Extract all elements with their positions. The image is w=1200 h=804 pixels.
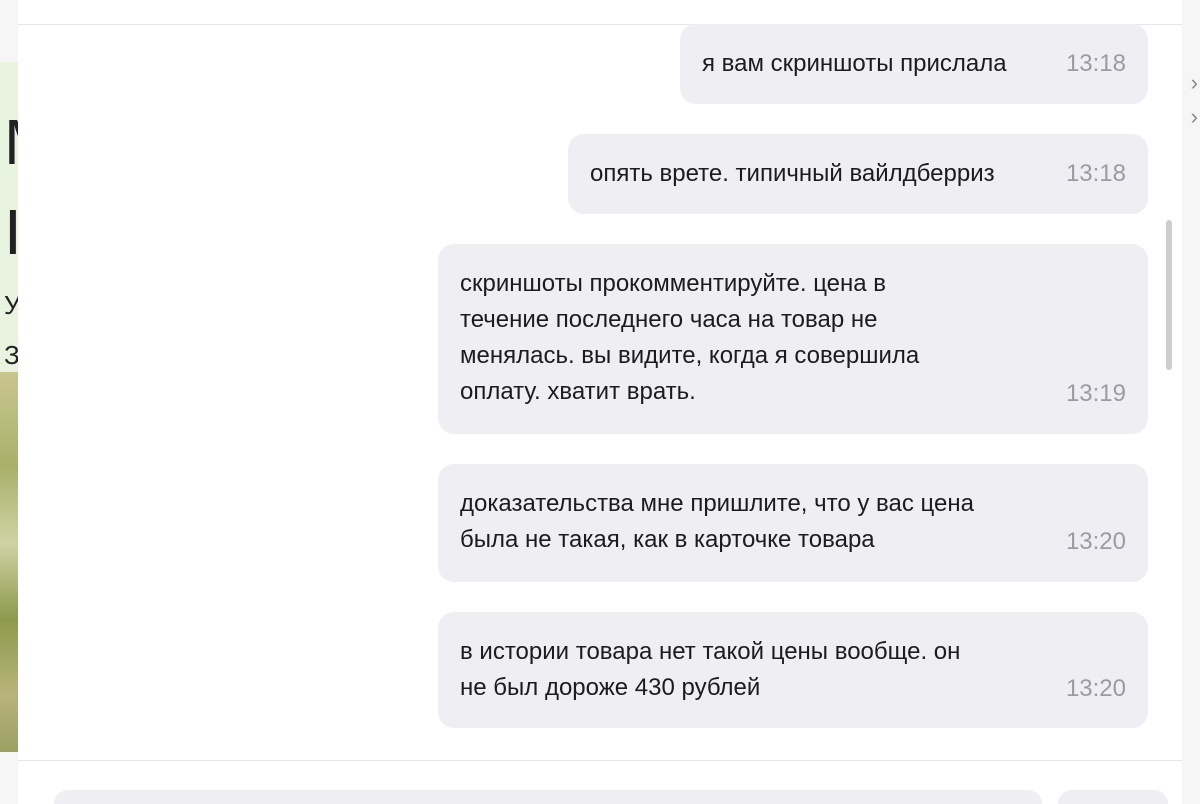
composer-divider — [18, 760, 1182, 761]
chat-scrollbar[interactable] — [1164, 210, 1174, 380]
message-text: скриншоты прокомментируйте. цена в течен… — [460, 270, 920, 405]
message-text: я вам скриншоты прислала — [702, 50, 1007, 77]
message-bubble: скриншоты прокомментируйте. цена в течен… — [438, 244, 1148, 434]
message-time: 13:19 — [1065, 380, 1126, 407]
message-text: опять врете. типичный вайлдберриз — [590, 160, 995, 187]
message-bubble: я вам скриншоты прислала 13:18 — [680, 24, 1148, 104]
scrollbar-thumb[interactable] — [1166, 220, 1172, 370]
chevron-icon: › — [1190, 104, 1198, 129]
message-time: 13:18 — [1065, 160, 1126, 187]
chevron-icon: › — [1190, 70, 1198, 95]
message-bubble: в истории товара нет такой цены вообще. … — [438, 612, 1148, 728]
message-text: в истории товара нет такой цены вообще. … — [460, 638, 961, 701]
chat-panel: я вам скриншоты прислала 13:18 опять вре… — [18, 0, 1182, 804]
message-text: доказательства мне пришлите, что у вас ц… — [460, 490, 974, 553]
message-input[interactable] — [54, 790, 1042, 804]
message-time: 13:18 — [1065, 50, 1126, 77]
background-page-left: M I У З — [0, 0, 20, 804]
message-bubble: опять врете. типичный вайлдберриз 13:18 — [568, 134, 1148, 214]
message-bubble: доказательства мне пришлите, что у вас ц… — [438, 464, 1148, 582]
background-product-photo — [0, 372, 20, 752]
message-time: 13:20 — [1065, 675, 1126, 702]
message-time: 13:20 — [1065, 528, 1126, 555]
composer-action-button[interactable] — [1058, 790, 1168, 804]
